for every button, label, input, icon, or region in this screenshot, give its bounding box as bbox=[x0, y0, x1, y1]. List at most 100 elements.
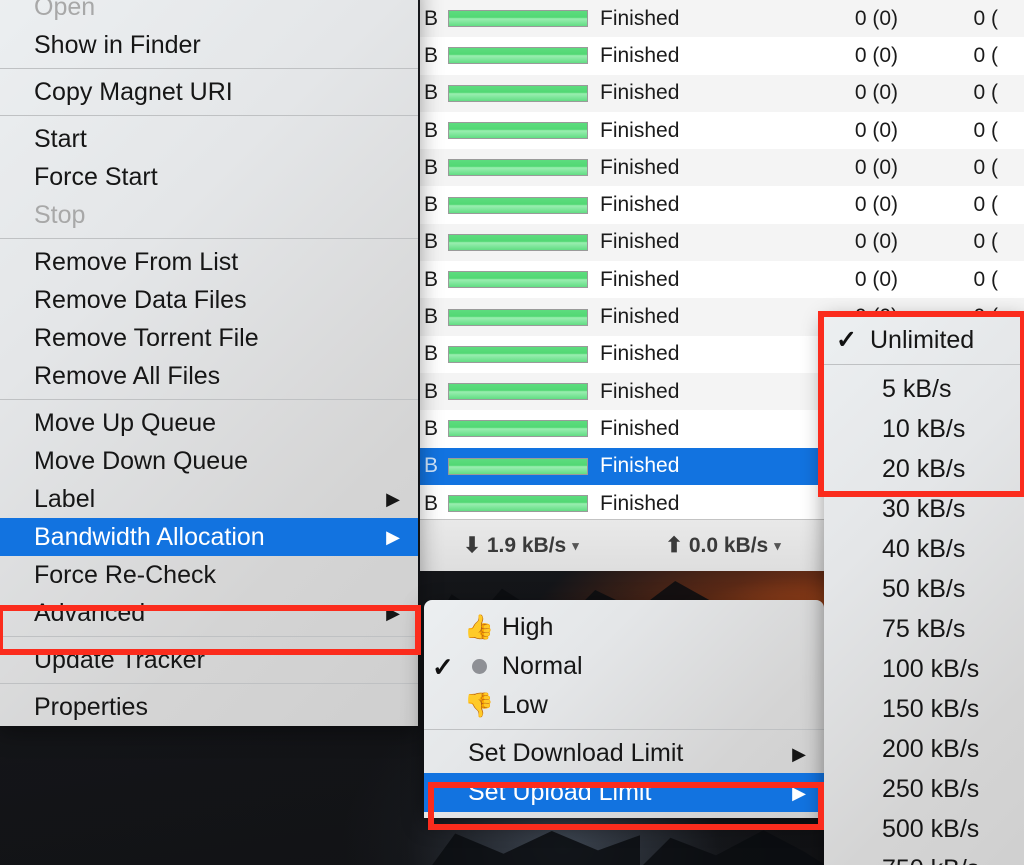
thumbs-up-icon: 👍 bbox=[462, 616, 496, 640]
menu-item-show-in-finder[interactable]: Show in Finder bbox=[0, 26, 418, 64]
circle-icon bbox=[462, 659, 496, 674]
upload-limit-label: 150 kB/s bbox=[878, 695, 979, 724]
chevron-down-icon[interactable]: ▾ bbox=[774, 538, 781, 554]
upload-limit-option-250-kb-s[interactable]: 250 kB/s bbox=[824, 769, 1024, 809]
download-speed-indicator[interactable]: ⬇ 1.9 kB/s ▾ bbox=[463, 533, 579, 558]
menu-item-copy-magnet-uri[interactable]: Copy Magnet URI bbox=[0, 73, 418, 111]
menu-item-label: Start bbox=[34, 125, 87, 154]
torrent-flag: B bbox=[424, 44, 448, 68]
menu-item-force-start[interactable]: Force Start bbox=[0, 158, 418, 196]
torrent-peers: 0 ( bbox=[898, 7, 998, 31]
submenu-arrow-icon: ▶ bbox=[386, 604, 400, 622]
progress-bar bbox=[448, 47, 588, 64]
torrent-flag: B bbox=[424, 380, 448, 404]
torrent-peers: 0 ( bbox=[898, 81, 998, 105]
table-row[interactable]: BFinished0 (0)0 ( bbox=[420, 112, 1024, 149]
chevron-down-icon[interactable]: ▾ bbox=[572, 538, 579, 554]
upload-limit-option-100-kb-s[interactable]: 100 kB/s bbox=[824, 649, 1024, 689]
menu-item-update-tracker[interactable]: Update Tracker bbox=[0, 641, 418, 679]
menu-item-start[interactable]: Start bbox=[0, 120, 418, 158]
upload-limit-label: 500 kB/s bbox=[878, 815, 979, 844]
torrent-peers: 0 ( bbox=[898, 268, 998, 292]
upload-limit-label: 250 kB/s bbox=[878, 775, 979, 804]
table-row[interactable]: BFinished0 (0)0 ( bbox=[420, 149, 1024, 186]
context-menu[interactable]: Open Show in Finder Copy Magnet URI Start Fo… bbox=[0, 0, 418, 726]
menu-item-label: Properties bbox=[34, 693, 148, 722]
checkmark-icon: ✓ bbox=[836, 328, 866, 353]
menu-item-bandwidth-allocation[interactable]: Bandwidth Allocation▶ bbox=[0, 518, 418, 556]
menu-item-set-upload-limit[interactable]: Set Upload Limit▶ bbox=[424, 773, 824, 812]
menu-item-label: Remove Torrent File bbox=[34, 324, 259, 353]
status-bar: ⬇ 1.9 kB/s ▾ ⬆ 0.0 kB/s ▾ bbox=[420, 519, 824, 571]
torrent-status: Finished bbox=[600, 193, 768, 217]
menu-item-remove-all-files[interactable]: Remove All Files bbox=[0, 357, 418, 395]
menu-item-label[interactable]: Label▶ bbox=[0, 480, 418, 518]
table-row[interactable]: BFinished0 (0)0 ( bbox=[420, 224, 1024, 261]
upload-limit-label: 750 kB/s bbox=[878, 855, 979, 865]
torrent-peers: 0 ( bbox=[898, 119, 998, 143]
screen: BFinished0 (0)0 (BFinished0 (0)0 (BFinis… bbox=[0, 0, 1024, 865]
menu-item-remove-data-files[interactable]: Remove Data Files bbox=[0, 281, 418, 319]
table-row[interactable]: BFinished0 (0)0 ( bbox=[420, 37, 1024, 74]
upload-limit-option-200-kb-s[interactable]: 200 kB/s bbox=[824, 729, 1024, 769]
upload-limit-label: Unlimited bbox=[866, 326, 974, 355]
priority-item-high[interactable]: 👍High bbox=[424, 608, 824, 647]
upload-limit-label: 40 kB/s bbox=[878, 535, 965, 564]
torrent-status: Finished bbox=[600, 81, 768, 105]
priority-label: Normal bbox=[496, 652, 583, 681]
torrent-peers: 0 ( bbox=[898, 193, 998, 217]
upload-limit-option-40-kb-s[interactable]: 40 kB/s bbox=[824, 529, 1024, 569]
table-row[interactable]: BFinished0 (0)0 ( bbox=[420, 261, 1024, 298]
table-row[interactable]: BFinished0 (0)0 ( bbox=[420, 186, 1024, 223]
priority-item-normal[interactable]: ✓ Normal bbox=[424, 647, 824, 686]
table-row[interactable]: BFinished0 (0)0 ( bbox=[420, 75, 1024, 112]
menu-item-label: Open bbox=[34, 0, 95, 22]
menu-separator bbox=[0, 683, 418, 684]
menu-item-remove-from-list[interactable]: Remove From List bbox=[0, 243, 418, 281]
upload-limit-option-unlimited[interactable]: ✓Unlimited bbox=[824, 320, 1024, 360]
upload-limit-label: 100 kB/s bbox=[878, 655, 979, 684]
upload-speed-indicator[interactable]: ⬆ 0.0 kB/s ▾ bbox=[665, 533, 781, 558]
submenu-arrow-icon: ▶ bbox=[792, 745, 806, 763]
torrent-status: Finished bbox=[600, 492, 768, 516]
submenu-arrow-icon: ▶ bbox=[386, 490, 400, 508]
upload-limit-option-75-kb-s[interactable]: 75 kB/s bbox=[824, 609, 1024, 649]
torrent-status: Finished bbox=[600, 44, 768, 68]
menu-item-set-download-limit[interactable]: Set Download Limit▶ bbox=[424, 734, 824, 773]
menu-item-label: Remove Data Files bbox=[34, 286, 247, 315]
upload-limit-option-5-kb-s[interactable]: 5 kB/s bbox=[824, 369, 1024, 409]
progress-bar bbox=[448, 271, 588, 288]
upload-limit-option-750-kb-s[interactable]: 750 kB/s bbox=[824, 849, 1024, 865]
torrent-flag: B bbox=[424, 156, 448, 180]
table-row[interactable]: BFinished0 (0)0 ( bbox=[420, 0, 1024, 37]
menu-item-label: Move Up Queue bbox=[34, 409, 216, 438]
upload-limit-option-10-kb-s[interactable]: 10 kB/s bbox=[824, 409, 1024, 449]
torrent-status: Finished bbox=[600, 119, 768, 143]
menu-item-label: Set Upload Limit bbox=[468, 778, 651, 807]
bandwidth-allocation-submenu[interactable]: 👍High✓Normal👎LowSet Download Limit▶Set U… bbox=[424, 600, 824, 818]
menu-item-force-re-check[interactable]: Force Re-Check bbox=[0, 556, 418, 594]
upload-limit-submenu[interactable]: ✓Unlimited 5 kB/s 10 kB/s 20 kB/s30 kB/s 40 … bbox=[824, 314, 1024, 865]
torrent-status: Finished bbox=[600, 7, 768, 31]
menu-item-remove-torrent-file[interactable]: Remove Torrent File bbox=[0, 319, 418, 357]
upload-limit-label: 10 kB/s bbox=[878, 415, 965, 444]
menu-item-move-up-queue[interactable]: Move Up Queue bbox=[0, 404, 418, 442]
menu-item-advanced[interactable]: Advanced▶ bbox=[0, 594, 418, 632]
upload-limit-option-500-kb-s[interactable]: 500 kB/s bbox=[824, 809, 1024, 849]
checkmark-icon: ✓ bbox=[432, 654, 462, 680]
upload-limit-option-30-kb-s[interactable]: 30 kB/s bbox=[824, 489, 1024, 529]
upload-limit-label: 50 kB/s bbox=[878, 575, 965, 604]
download-arrow-icon: ⬇ bbox=[463, 533, 481, 558]
upload-limit-option-50-kb-s[interactable]: 50 kB/s bbox=[824, 569, 1024, 609]
menu-item-properties[interactable]: Properties bbox=[0, 688, 418, 726]
upload-limit-option-150-kb-s[interactable]: 150 kB/s bbox=[824, 689, 1024, 729]
upload-limit-option-20-kb-s[interactable]: 20 kB/s bbox=[824, 449, 1024, 489]
upload-limit-label: 200 kB/s bbox=[878, 735, 979, 764]
priority-item-low[interactable]: 👎Low bbox=[424, 686, 824, 725]
menu-separator bbox=[0, 115, 418, 116]
torrent-seeds: 0 (0) bbox=[768, 7, 898, 31]
torrent-status: Finished bbox=[600, 156, 768, 180]
torrent-status: Finished bbox=[600, 230, 768, 254]
menu-item-move-down-queue[interactable]: Move Down Queue bbox=[0, 442, 418, 480]
menu-item-label: Remove From List bbox=[34, 248, 238, 277]
